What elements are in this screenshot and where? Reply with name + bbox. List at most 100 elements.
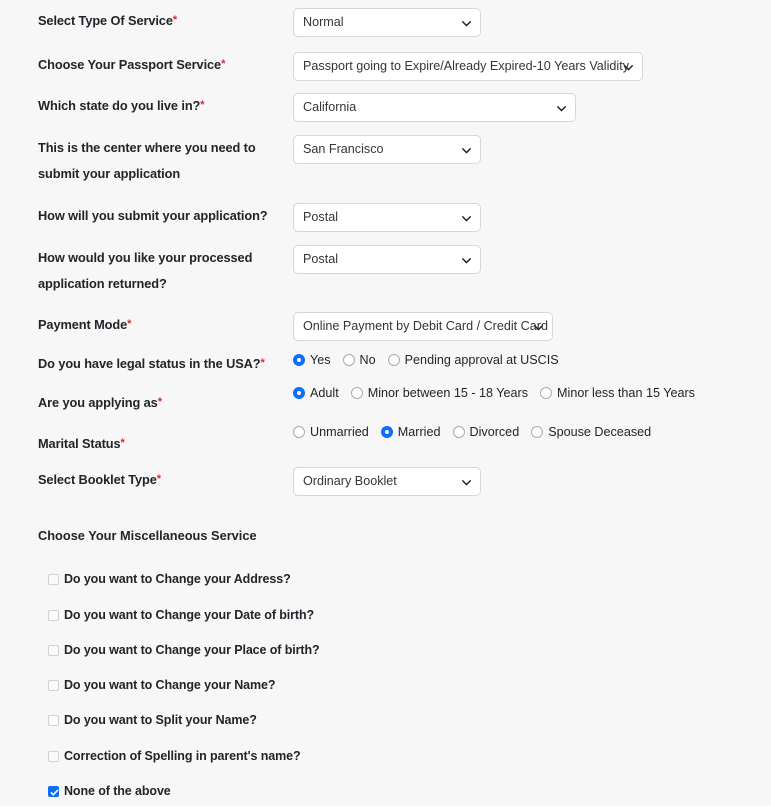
select-passport-service[interactable]: Passport going to Expire/Already Expired… bbox=[293, 52, 643, 81]
field-label-submission-center: This is the center where you need to sub… bbox=[0, 135, 293, 187]
label-text: This is the center where you need to sub… bbox=[38, 140, 256, 181]
select-value: California bbox=[303, 100, 357, 114]
select-state[interactable]: California bbox=[293, 93, 576, 122]
radio-label: Unmarried bbox=[310, 425, 369, 439]
radio-marital-status-divorced[interactable]: Divorced bbox=[452, 423, 520, 441]
field-control-submission-center: San Francisco bbox=[293, 135, 771, 169]
field-control-return-method: Postal bbox=[293, 245, 771, 279]
checkbox-change-date-of-birth[interactable]: Do you want to Change your Date of birth… bbox=[48, 608, 314, 622]
label-text: Are you applying as bbox=[38, 395, 158, 410]
form-row-booklet-type: Select Booklet Type* Ordinary Booklet bbox=[0, 467, 771, 501]
radio-indicator bbox=[380, 426, 393, 438]
radio-indicator bbox=[452, 426, 465, 438]
select-submission-method[interactable]: Postal bbox=[293, 203, 481, 232]
radio-indicator bbox=[293, 426, 305, 438]
radio-indicator bbox=[293, 354, 305, 366]
radio-label: Divorced bbox=[469, 425, 520, 439]
chevron-down-icon bbox=[460, 246, 472, 273]
field-label-payment-mode: Payment Mode* bbox=[0, 312, 293, 338]
checkbox-label: Do you want to Change your Address? bbox=[64, 572, 291, 586]
field-label-type-of-service: Select Type Of Service* bbox=[0, 8, 293, 34]
field-control-marital-status: Unmarried Married Divorced Spouse Deceas… bbox=[293, 423, 771, 441]
radio-applying-as-minor-15-18[interactable]: Minor between 15 - 18 Years bbox=[350, 384, 529, 402]
radio-group-marital-status: Unmarried Married Divorced Spouse Deceas… bbox=[293, 423, 771, 441]
checkbox-change-place-of-birth[interactable]: Do you want to Change your Place of birt… bbox=[48, 643, 320, 657]
radio-applying-as-minor-under-15[interactable]: Minor less than 15 Years bbox=[540, 384, 695, 402]
checkbox-indicator bbox=[48, 714, 59, 726]
checkbox-indicator bbox=[48, 573, 59, 585]
form-row-marital-status: Marital Status* Unmarried Married Divorc… bbox=[0, 423, 771, 457]
label-text: Marital Status bbox=[38, 436, 121, 451]
form-row-passport-service: Choose Your Passport Service* Passport g… bbox=[0, 52, 771, 86]
radio-label: Adult bbox=[310, 386, 339, 400]
checkbox-change-name[interactable]: Do you want to Change your Name? bbox=[48, 678, 276, 692]
field-control-legal-status: Yes No Pending approval at USCIS bbox=[293, 351, 771, 369]
radio-group-applying-as: Adult Minor between 15 - 18 Years Minor … bbox=[293, 384, 771, 402]
field-control-type-of-service: Normal bbox=[293, 8, 771, 42]
required-asterisk: * bbox=[172, 14, 178, 26]
select-booklet-type[interactable]: Ordinary Booklet bbox=[293, 467, 481, 496]
field-control-submission-method: Postal bbox=[293, 203, 771, 237]
required-asterisk: * bbox=[120, 437, 125, 449]
radio-label: Spouse Deceased bbox=[548, 425, 652, 439]
form-row-state: Which state do you live in?* California bbox=[0, 93, 771, 127]
required-asterisk: * bbox=[156, 473, 161, 485]
radio-indicator bbox=[540, 387, 553, 399]
checkbox-indicator bbox=[48, 750, 59, 762]
form-row-legal-status: Do you have legal status in the USA?* Ye… bbox=[0, 351, 771, 377]
checkbox-label: Do you want to Split your Name? bbox=[64, 713, 257, 727]
passport-application-form: Select Type Of Service* Normal Choose Yo… bbox=[0, 0, 771, 806]
required-asterisk: * bbox=[157, 396, 162, 408]
radio-legal-status-pending[interactable]: Pending approval at USCIS bbox=[387, 351, 559, 369]
checkbox-none-of-the-above[interactable]: None of the above bbox=[48, 784, 171, 798]
select-value: Postal bbox=[303, 210, 339, 224]
field-label-passport-service: Choose Your Passport Service* bbox=[0, 52, 293, 78]
radio-label: Pending approval at USCIS bbox=[404, 353, 559, 367]
checkbox-indicator bbox=[48, 609, 59, 621]
radio-marital-status-unmarried[interactable]: Unmarried bbox=[293, 423, 369, 441]
form-row-payment-mode: Payment Mode* Online Payment by Debit Ca… bbox=[0, 312, 771, 346]
field-control-payment-mode: Online Payment by Debit Card / Credit Ca… bbox=[293, 312, 771, 346]
form-row-submission-method: How will you submit your application? Po… bbox=[0, 203, 771, 237]
field-control-applying-as: Adult Minor between 15 - 18 Years Minor … bbox=[293, 384, 771, 402]
radio-applying-as-adult[interactable]: Adult bbox=[293, 384, 339, 402]
radio-legal-status-no[interactable]: No bbox=[342, 351, 376, 369]
form-row-type-of-service: Select Type Of Service* Normal bbox=[0, 8, 771, 42]
field-control-state: California bbox=[293, 93, 771, 127]
radio-marital-status-married[interactable]: Married bbox=[380, 423, 441, 441]
label-text: How would you like your processed applic… bbox=[38, 250, 253, 291]
select-submission-center[interactable]: San Francisco bbox=[293, 135, 481, 164]
checkbox-correct-parent-name-spelling[interactable]: Correction of Spelling in parent's name? bbox=[48, 749, 301, 763]
label-text: Choose Your Passport Service bbox=[38, 57, 222, 72]
radio-marital-status-spouse-deceased[interactable]: Spouse Deceased bbox=[531, 423, 651, 441]
radio-label: Minor less than 15 Years bbox=[557, 386, 695, 400]
checkbox-label: Correction of Spelling in parent's name? bbox=[64, 749, 301, 763]
radio-legal-status-yes[interactable]: Yes bbox=[293, 351, 331, 369]
chevron-down-icon bbox=[460, 468, 472, 495]
checkbox-label: None of the above bbox=[64, 784, 171, 798]
radio-label: Married bbox=[397, 425, 441, 439]
label-text: Select Booklet Type bbox=[38, 472, 157, 487]
form-row-applying-as: Are you applying as* Adult Minor between… bbox=[0, 384, 771, 416]
required-asterisk: * bbox=[200, 99, 205, 111]
field-label-applying-as: Are you applying as* bbox=[0, 384, 293, 416]
checkbox-label: Do you want to Change your Name? bbox=[64, 678, 276, 692]
chevron-down-icon bbox=[460, 204, 472, 231]
label-text: Select Type Of Service bbox=[38, 13, 173, 28]
select-type-of-service[interactable]: Normal bbox=[293, 8, 481, 37]
select-return-method[interactable]: Postal bbox=[293, 245, 481, 274]
field-control-booklet-type: Ordinary Booklet bbox=[293, 467, 771, 501]
field-label-booklet-type: Select Booklet Type* bbox=[0, 467, 293, 493]
radio-label: No bbox=[359, 353, 376, 367]
radio-label: Minor between 15 - 18 Years bbox=[367, 386, 529, 400]
radio-label: Yes bbox=[310, 353, 331, 367]
required-asterisk: * bbox=[260, 357, 265, 369]
required-asterisk: * bbox=[221, 58, 226, 70]
radio-indicator bbox=[293, 387, 305, 399]
field-label-legal-status: Do you have legal status in the USA?* bbox=[0, 351, 293, 377]
checkbox-split-name[interactable]: Do you want to Split your Name? bbox=[48, 713, 257, 727]
label-text: Payment Mode bbox=[38, 317, 128, 332]
checkbox-change-address[interactable]: Do you want to Change your Address? bbox=[48, 572, 291, 586]
label-text: Do you have legal status in the USA? bbox=[38, 356, 261, 371]
select-payment-mode[interactable]: Online Payment by Debit Card / Credit Ca… bbox=[293, 312, 553, 341]
